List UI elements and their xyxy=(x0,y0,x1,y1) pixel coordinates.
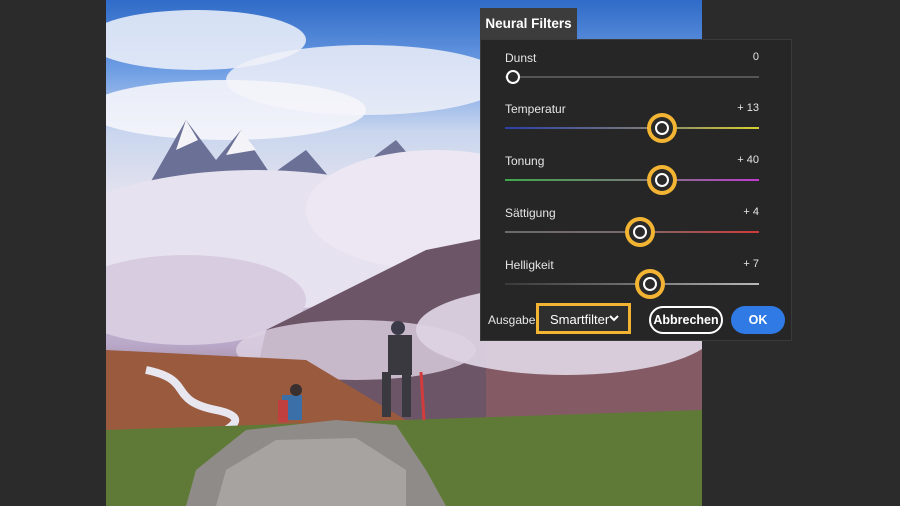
slider-handle[interactable] xyxy=(655,121,670,135)
output-dropdown[interactable]: Smartfilter xyxy=(536,303,631,334)
slider-dunst[interactable]: Dunst 0 xyxy=(505,51,759,91)
slider-tonung[interactable]: Tonung + 40 xyxy=(505,154,759,194)
slider-value: + 4 xyxy=(743,206,759,218)
slider-handle[interactable] xyxy=(505,70,520,84)
slider-value: + 40 xyxy=(737,154,759,166)
panel-title-tab[interactable]: Neural Filters xyxy=(480,8,577,39)
slider-value: + 7 xyxy=(743,258,759,270)
slider-label: Tonung xyxy=(505,154,545,168)
cancel-button[interactable]: Abbrechen xyxy=(649,306,723,334)
neural-filters-panel: Dunst 0 Temperatur + 13 Tonung + 40 Sätt… xyxy=(480,39,792,341)
slider-label: Sättigung xyxy=(505,206,556,220)
slider-track[interactable] xyxy=(505,76,759,78)
output-dropdown-value: Smartfilter xyxy=(550,312,610,327)
chevron-down-icon xyxy=(608,312,620,327)
slider-label: Dunst xyxy=(505,51,537,65)
slider-temperatur[interactable]: Temperatur + 13 xyxy=(505,102,759,142)
slider-label: Helligkeit xyxy=(505,258,554,272)
slider-handle[interactable] xyxy=(632,225,647,239)
output-label: Ausgabe xyxy=(488,313,536,327)
ok-button[interactable]: OK xyxy=(731,306,785,334)
slider-track[interactable] xyxy=(505,179,759,181)
slider-helligkeit[interactable]: Helligkeit + 7 xyxy=(505,258,759,298)
slider-label: Temperatur xyxy=(505,102,566,116)
slider-handle[interactable] xyxy=(642,277,657,291)
slider-value: 0 xyxy=(752,51,759,63)
slider-track[interactable] xyxy=(505,127,759,129)
slider-track[interactable] xyxy=(505,283,759,285)
slider-saettigung[interactable]: Sättigung + 4 xyxy=(505,206,759,246)
slider-handle[interactable] xyxy=(655,173,670,187)
slider-value: + 13 xyxy=(737,102,759,114)
